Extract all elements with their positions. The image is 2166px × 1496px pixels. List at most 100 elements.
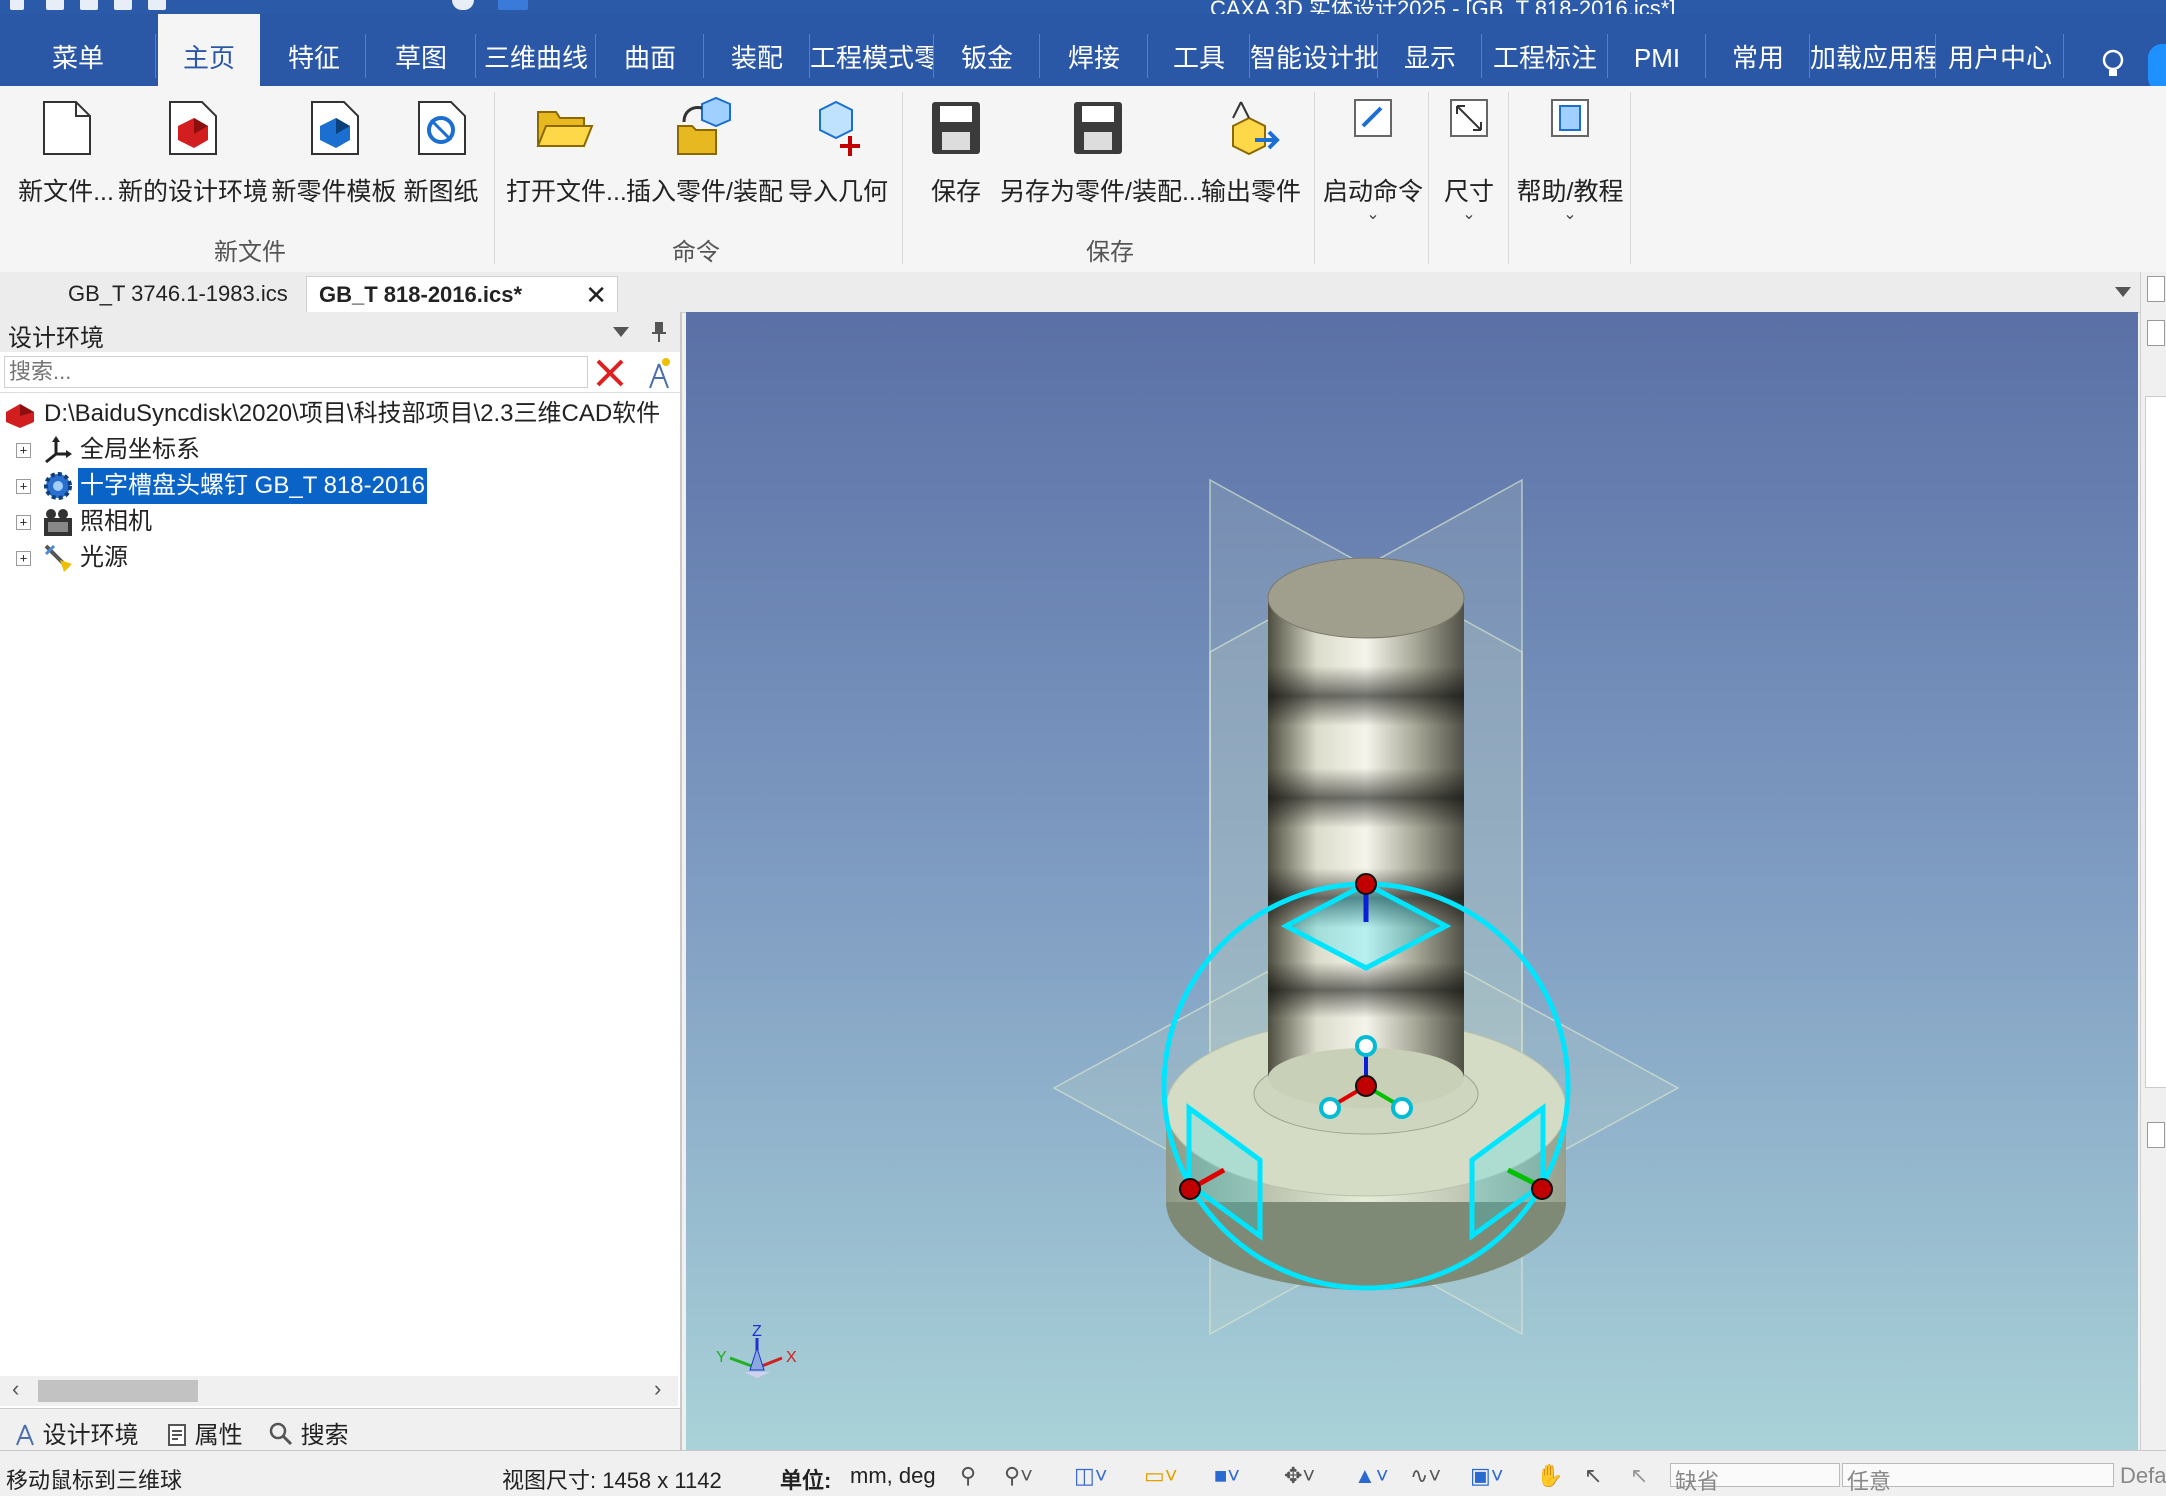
tree-item-label: 光源 — [80, 544, 128, 571]
quick-save-icon[interactable] — [114, 0, 132, 10]
app-logo-icon[interactable] — [10, 0, 24, 10]
account-button[interactable] — [2148, 44, 2166, 92]
right-side-panel-strip[interactable] — [2140, 272, 2166, 1450]
chevron-down-icon: ⌄ — [1563, 206, 1577, 223]
right-panel-tab[interactable] — [2147, 320, 2165, 346]
tree-root[interactable]: D:\BaiduSyncdisk\2020\项目\科技部项目\2.3三维CAD软… — [0, 396, 680, 432]
ribbon-tab-bar: 菜单 主页 特征 草图 三维曲线 曲面 装配 工程模式零 钣金 焊接 工具 智能… — [0, 14, 2166, 92]
camera-icon — [44, 509, 72, 536]
save-button[interactable]: 保存 — [914, 96, 998, 208]
expand-icon[interactable]: + — [16, 551, 31, 566]
shading-icon[interactable]: ■˅ — [1214, 1463, 1240, 1489]
tab-home[interactable]: 主页 — [158, 14, 260, 86]
transform-icon[interactable]: ✥˅ — [1284, 1463, 1315, 1489]
pan-icon[interactable]: ✋ — [1536, 1463, 1563, 1489]
tab-pmi[interactable]: PMI — [1608, 14, 1706, 86]
expand-icon[interactable]: + — [16, 479, 31, 494]
chevron-down-icon: ⌄ — [1462, 206, 1476, 223]
expand-icon[interactable]: + — [16, 515, 31, 530]
units-value[interactable]: mm, deg — [850, 1463, 936, 1489]
doc-tab-gb-t-818[interactable]: GB_T 818-2016.ics* ✕ — [306, 276, 618, 313]
search-options-icon[interactable] — [644, 356, 674, 390]
import-geometry-icon — [819, 100, 860, 156]
right-panel-tab[interactable] — [2147, 276, 2165, 302]
tab-smart-design[interactable]: 智能设计批 — [1250, 14, 1378, 86]
curve-display-icon[interactable]: ∿˅ — [1410, 1463, 1441, 1489]
panel-menu-dropdown-icon[interactable] — [612, 326, 630, 338]
tab-engineering-annotation[interactable]: 工程标注 — [1482, 14, 1608, 86]
axis-triad: Z X Y — [716, 1323, 797, 1378]
filter-combo-default[interactable]: 缺省 — [1670, 1463, 1840, 1494]
new-part-template-button[interactable]: 新零件模板 — [270, 96, 398, 208]
folder-open-icon — [536, 111, 594, 147]
tab-tools[interactable]: 工具 — [1148, 14, 1250, 86]
tab-search[interactable]: 搜索 — [268, 1415, 349, 1450]
tab-surface[interactable]: 曲面 — [596, 14, 704, 86]
3d-viewport[interactable]: Z X Y — [686, 312, 2138, 1450]
new-file-button[interactable]: 新文件... — [12, 96, 120, 208]
tab-assembly[interactable]: 装配 — [704, 14, 810, 86]
import-geometry-button[interactable]: 导入几何 — [786, 96, 890, 208]
tab-design-environment[interactable]: 设计环境 — [14, 1415, 139, 1450]
screw-shaft[interactable] — [1267, 557, 1465, 1108]
triball-handle-x[interactable] — [1179, 1178, 1201, 1200]
quick-more-icon[interactable] — [498, 0, 528, 10]
tab-load-applications[interactable]: 加载应用程 — [1810, 14, 1936, 86]
scrollbar-thumb[interactable] — [38, 1380, 198, 1402]
export-part-button[interactable]: 输出零件 — [1196, 96, 1306, 208]
tab-welding[interactable]: 焊接 — [1040, 14, 1148, 86]
select-filter-icon[interactable]: ↖ — [1630, 1463, 1648, 1489]
quick-undo-icon[interactable] — [148, 0, 166, 10]
group-label-save: 保存 — [1086, 239, 1134, 266]
box-display-icon[interactable]: ▣˅ — [1470, 1463, 1504, 1489]
right-panel-tab[interactable] — [2147, 1122, 2165, 1148]
tab-sheet-metal[interactable]: 钣金 — [934, 14, 1040, 86]
help-tutorial-button[interactable]: 帮助/教程 ⌄ — [1512, 96, 1628, 223]
triball-center-handle[interactable] — [1355, 1075, 1377, 1097]
lightbulb-icon[interactable] — [2098, 46, 2128, 86]
tab-sketch[interactable]: 草图 — [366, 14, 476, 86]
select-cursor-icon[interactable]: ↖ — [1584, 1463, 1602, 1489]
dimension-icon — [1450, 99, 1488, 137]
filter-combo-any[interactable]: 任意 — [1842, 1463, 2114, 1494]
tree-search-input[interactable] — [4, 356, 588, 388]
view-orientation-icon[interactable]: ◫˅ — [1074, 1463, 1108, 1489]
expand-icon[interactable]: + — [16, 443, 31, 458]
tab-menu[interactable]: 菜单 — [0, 14, 156, 86]
quick-new-icon[interactable] — [46, 0, 64, 10]
tab-user-center[interactable]: 用户中心 — [1936, 14, 2064, 86]
scroll-left-icon[interactable]: ‹ — [12, 1376, 19, 1402]
quick-help-icon[interactable] — [452, 0, 474, 10]
dimension-button[interactable]: 尺寸 ⌄ — [1432, 96, 1506, 223]
new-design-environment-button[interactable]: 新的设计环境 — [118, 96, 268, 208]
tab-engineering-mode[interactable]: 工程模式零 — [810, 14, 934, 86]
start-command-button[interactable]: 启动命令 ⌄ — [1318, 96, 1428, 223]
tab-list-dropdown-icon[interactable] — [2114, 286, 2132, 298]
horizontal-scrollbar[interactable]: ‹ › — [0, 1376, 678, 1406]
tree-item-label: 照相机 — [80, 508, 152, 535]
triball-handle-z[interactable] — [1355, 873, 1377, 895]
insert-part-assembly-button[interactable]: 插入零件/装配 — [626, 96, 783, 208]
quick-open-icon[interactable] — [80, 0, 98, 10]
doc-tab-gb-t-3746[interactable]: GB_T 3746.1-1983.ics — [56, 276, 300, 312]
pin-icon[interactable] — [650, 320, 668, 344]
close-tab-icon[interactable]: ✕ — [585, 277, 607, 313]
display-style-icon[interactable]: ▲˅ — [1354, 1463, 1389, 1489]
triball-handle-y[interactable] — [1531, 1178, 1553, 1200]
scroll-right-icon[interactable]: › — [654, 1376, 661, 1402]
tab-properties[interactable]: 属性 — [166, 1415, 243, 1450]
save-as-part-assembly-button[interactable]: 另存为零件/装配... — [1000, 96, 1203, 208]
open-file-button[interactable]: 打开文件... — [506, 96, 627, 208]
new-drawing-icon — [418, 101, 466, 155]
tab-display[interactable]: 显示 — [1378, 14, 1482, 86]
group-divider — [902, 92, 903, 264]
tab-features[interactable]: 特征 — [262, 14, 366, 86]
clear-search-icon[interactable] — [594, 358, 626, 388]
tab-3d-curves[interactable]: 三维曲线 — [476, 14, 596, 86]
tab-common[interactable]: 常用 — [1706, 14, 1810, 86]
zoom-tool-icon[interactable]: ⚲ — [960, 1463, 976, 1489]
new-drawing-button[interactable]: 新图纸 — [400, 96, 482, 208]
zoom-window-icon[interactable]: ⚲˅ — [1004, 1463, 1033, 1489]
filter-combo-third[interactable]: Defa — [2120, 1463, 2166, 1489]
render-mode-icon[interactable]: ▭˅ — [1144, 1463, 1178, 1489]
